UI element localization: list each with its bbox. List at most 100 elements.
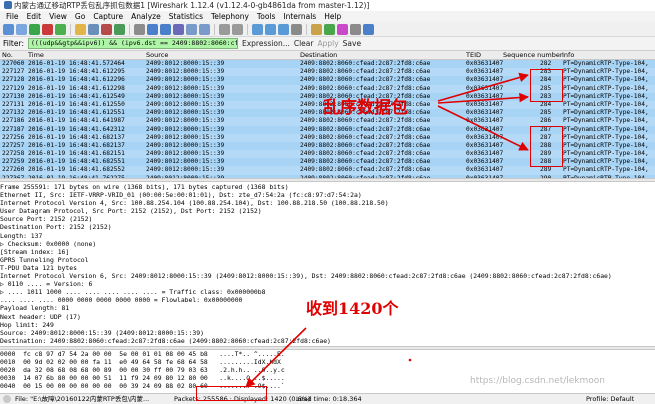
- expert-info-icon[interactable]: [3, 395, 11, 403]
- toolbar-separator: [214, 23, 215, 35]
- cell-source: 2409:8012:8000:15::39: [146, 92, 225, 100]
- start-capture-icon[interactable]: [29, 23, 40, 35]
- detail-udp-src-port[interactable]: Source Port: 2152 (2152): [0, 215, 655, 223]
- help-icon[interactable]: [363, 23, 374, 35]
- cell-destination: 2409:8802:8060:cfead:2c87:2fd8:c6ae: [300, 125, 431, 133]
- cell-time: 2016-01-19 16:48:41.682137: [28, 133, 125, 141]
- hex-line: 0020 da 32 08 68 08 68 00 89 00 00 30 ff…: [0, 366, 285, 375]
- packet-bytes-pane[interactable]: 0000 fc c8 97 d7 54 2a 00 00 5e 00 01 01…: [0, 350, 655, 393]
- cell-teid: 0x03631407: [466, 100, 504, 108]
- table-row[interactable]: 227186 2016-01-19 16:48:41.641987 2409:801…: [0, 117, 655, 126]
- window-title: 内蒙古通辽移动RTP丢包乱序抓包数据1 [Wireshark 1.12.4 (v…: [14, 1, 370, 10]
- cell-info: PT=DynamicRTP-Type-104,: [563, 76, 649, 84]
- open-file-icon[interactable]: [75, 23, 86, 35]
- go-back-icon[interactable]: [147, 23, 158, 35]
- first-packet-icon[interactable]: [186, 23, 197, 35]
- cell-no: 227257: [2, 141, 25, 149]
- detail-tpdu[interactable]: T-PDU Data 121 bytes: [0, 264, 655, 272]
- go-to-packet-icon[interactable]: [173, 23, 184, 35]
- column-seq[interactable]: Sequence number: [503, 51, 563, 60]
- detail-ipv6-version[interactable]: ▷ 0110 .... = Version: 6: [0, 280, 655, 288]
- detail-udp-checksum[interactable]: ▷ Checksum: 0x0000 (none): [0, 240, 655, 248]
- menu-analyze[interactable]: Analyze: [127, 11, 165, 22]
- cell-time: 2016-01-19 16:48:41.682552: [28, 166, 125, 174]
- coloring-rules-icon[interactable]: [337, 23, 348, 35]
- cell-teid: 0x03631407: [466, 60, 504, 67]
- autoscroll-icon[interactable]: [232, 23, 243, 35]
- find-packet-icon[interactable]: [134, 23, 145, 35]
- menu-help[interactable]: Help: [320, 11, 345, 22]
- cell-source: 2409:8012:8000:15::39: [146, 84, 225, 92]
- detail-udp-dst-port[interactable]: Destination Port: 2152 (2152): [0, 223, 655, 231]
- column-no[interactable]: No.: [2, 51, 13, 60]
- cell-source: 2409:8012:8000:15::39: [146, 166, 225, 174]
- main-toolbar: [0, 22, 655, 37]
- cell-no: 227258: [2, 150, 25, 158]
- cell-destination: 2409:8802:8060:cfead:2c87:2fd8:c6ae: [300, 60, 431, 67]
- table-row[interactable]: 227060 2016-01-19 16:48:41.572464 2409:801…: [0, 60, 655, 69]
- detail-udp[interactable]: User Datagram Protocol, Src Port: 2152 (…: [0, 207, 655, 215]
- interfaces-icon[interactable]: [3, 23, 14, 35]
- column-teid[interactable]: TEID: [466, 51, 481, 60]
- display-filter-input[interactable]: (((udp&&gtp&&ipv6)) && (ipv6.dst == 2409…: [27, 38, 238, 49]
- normal-size-icon[interactable]: [278, 23, 289, 35]
- apply-button[interactable]: Apply: [317, 39, 338, 48]
- cell-info: PT=DynamicRTP-Type-104,: [563, 133, 649, 141]
- cell-teid: 0x03631407: [466, 117, 504, 125]
- out-of-order-box-bottom: [530, 126, 563, 167]
- menu-file[interactable]: File: [2, 11, 23, 22]
- reload-icon[interactable]: [114, 23, 125, 35]
- last-packet-icon[interactable]: [199, 23, 210, 35]
- options-icon[interactable]: [16, 23, 27, 35]
- restart-capture-icon[interactable]: [55, 23, 66, 35]
- capture-filters-icon[interactable]: [311, 23, 322, 35]
- detail-ipv6-source[interactable]: Source: 2409:8012:8000:15::39 (2409:8012…: [0, 329, 655, 337]
- preferences-icon[interactable]: [350, 23, 361, 35]
- go-forward-icon[interactable]: [160, 23, 171, 35]
- menu-view[interactable]: View: [45, 11, 71, 22]
- detail-ipv6[interactable]: Internet Protocol Version 6, Src: 2409:8…: [0, 272, 655, 280]
- menu-capture[interactable]: Capture: [89, 11, 127, 22]
- packet-details-pane[interactable]: Frame 255591: 171 bytes on wire (1368 bi…: [0, 183, 655, 346]
- detail-ipv6-hop-limit[interactable]: Hop limit: 249: [0, 321, 655, 329]
- detail-frame[interactable]: Frame 255591: 171 bytes on wire (1368 bi…: [0, 183, 655, 191]
- detail-gtp[interactable]: GPRS Tunneling Protocol: [0, 256, 655, 264]
- column-time[interactable]: Time: [28, 51, 44, 60]
- cell-teid: 0x03631407: [466, 109, 504, 117]
- column-destination[interactable]: Destination: [300, 51, 337, 60]
- table-row[interactable]: 227260 2016-01-19 16:48:41.682552 2409:801…: [0, 166, 655, 175]
- menu-go[interactable]: Go: [71, 11, 89, 22]
- clear-button[interactable]: Clear: [294, 39, 314, 48]
- stop-capture-icon[interactable]: [42, 23, 53, 35]
- detail-stream-index[interactable]: [Stream index: 16]: [0, 248, 655, 256]
- save-file-icon[interactable]: [88, 23, 99, 35]
- colorize-icon[interactable]: [219, 23, 230, 35]
- expression-button[interactable]: Expression...: [242, 39, 290, 48]
- detail-ipv4[interactable]: Internet Protocol Version 4, Src: 100.88…: [0, 199, 655, 207]
- cell-info: PT=DynamicRTP-Type-104,: [563, 158, 649, 166]
- save-filter-button[interactable]: Save: [343, 39, 361, 48]
- status-profile[interactable]: Profile: Default: [586, 394, 634, 404]
- detail-ethernet[interactable]: Ethernet II, Src: IETF-VRRP-VRID_01 (00:…: [0, 191, 655, 199]
- cell-source: 2409:8012:8000:15::39: [146, 109, 225, 117]
- pane-splitter[interactable]: [0, 178, 655, 182]
- cell-source: 2409:8012:8000:15::39: [146, 117, 225, 125]
- zoom-out-icon[interactable]: [265, 23, 276, 35]
- menu-telephony[interactable]: Telephony: [207, 11, 253, 22]
- display-filters-icon[interactable]: [324, 23, 335, 35]
- toolbar-separator: [70, 23, 71, 35]
- cell-time: 2016-01-19 16:48:41.612549: [28, 92, 125, 100]
- menu-statistics[interactable]: Statistics: [165, 11, 207, 22]
- column-source[interactable]: Source: [146, 51, 168, 60]
- cell-info: PT=DynamicRTP-Type-104,: [563, 60, 649, 67]
- column-info[interactable]: Info: [562, 51, 574, 60]
- resize-columns-icon[interactable]: [291, 23, 302, 35]
- menu-tools[interactable]: Tools: [253, 11, 279, 22]
- detail-udp-length[interactable]: Length: 137: [0, 232, 655, 240]
- menu-edit[interactable]: Edit: [23, 11, 46, 22]
- menu-internals[interactable]: Internals: [279, 11, 320, 22]
- zoom-in-icon[interactable]: [252, 23, 263, 35]
- detail-ipv6-destination[interactable]: Destination: 2409:8802:8060:cfead:2c87:2…: [0, 337, 655, 345]
- cell-source: 2409:8012:8000:15::39: [146, 125, 225, 133]
- close-file-icon[interactable]: [101, 23, 112, 35]
